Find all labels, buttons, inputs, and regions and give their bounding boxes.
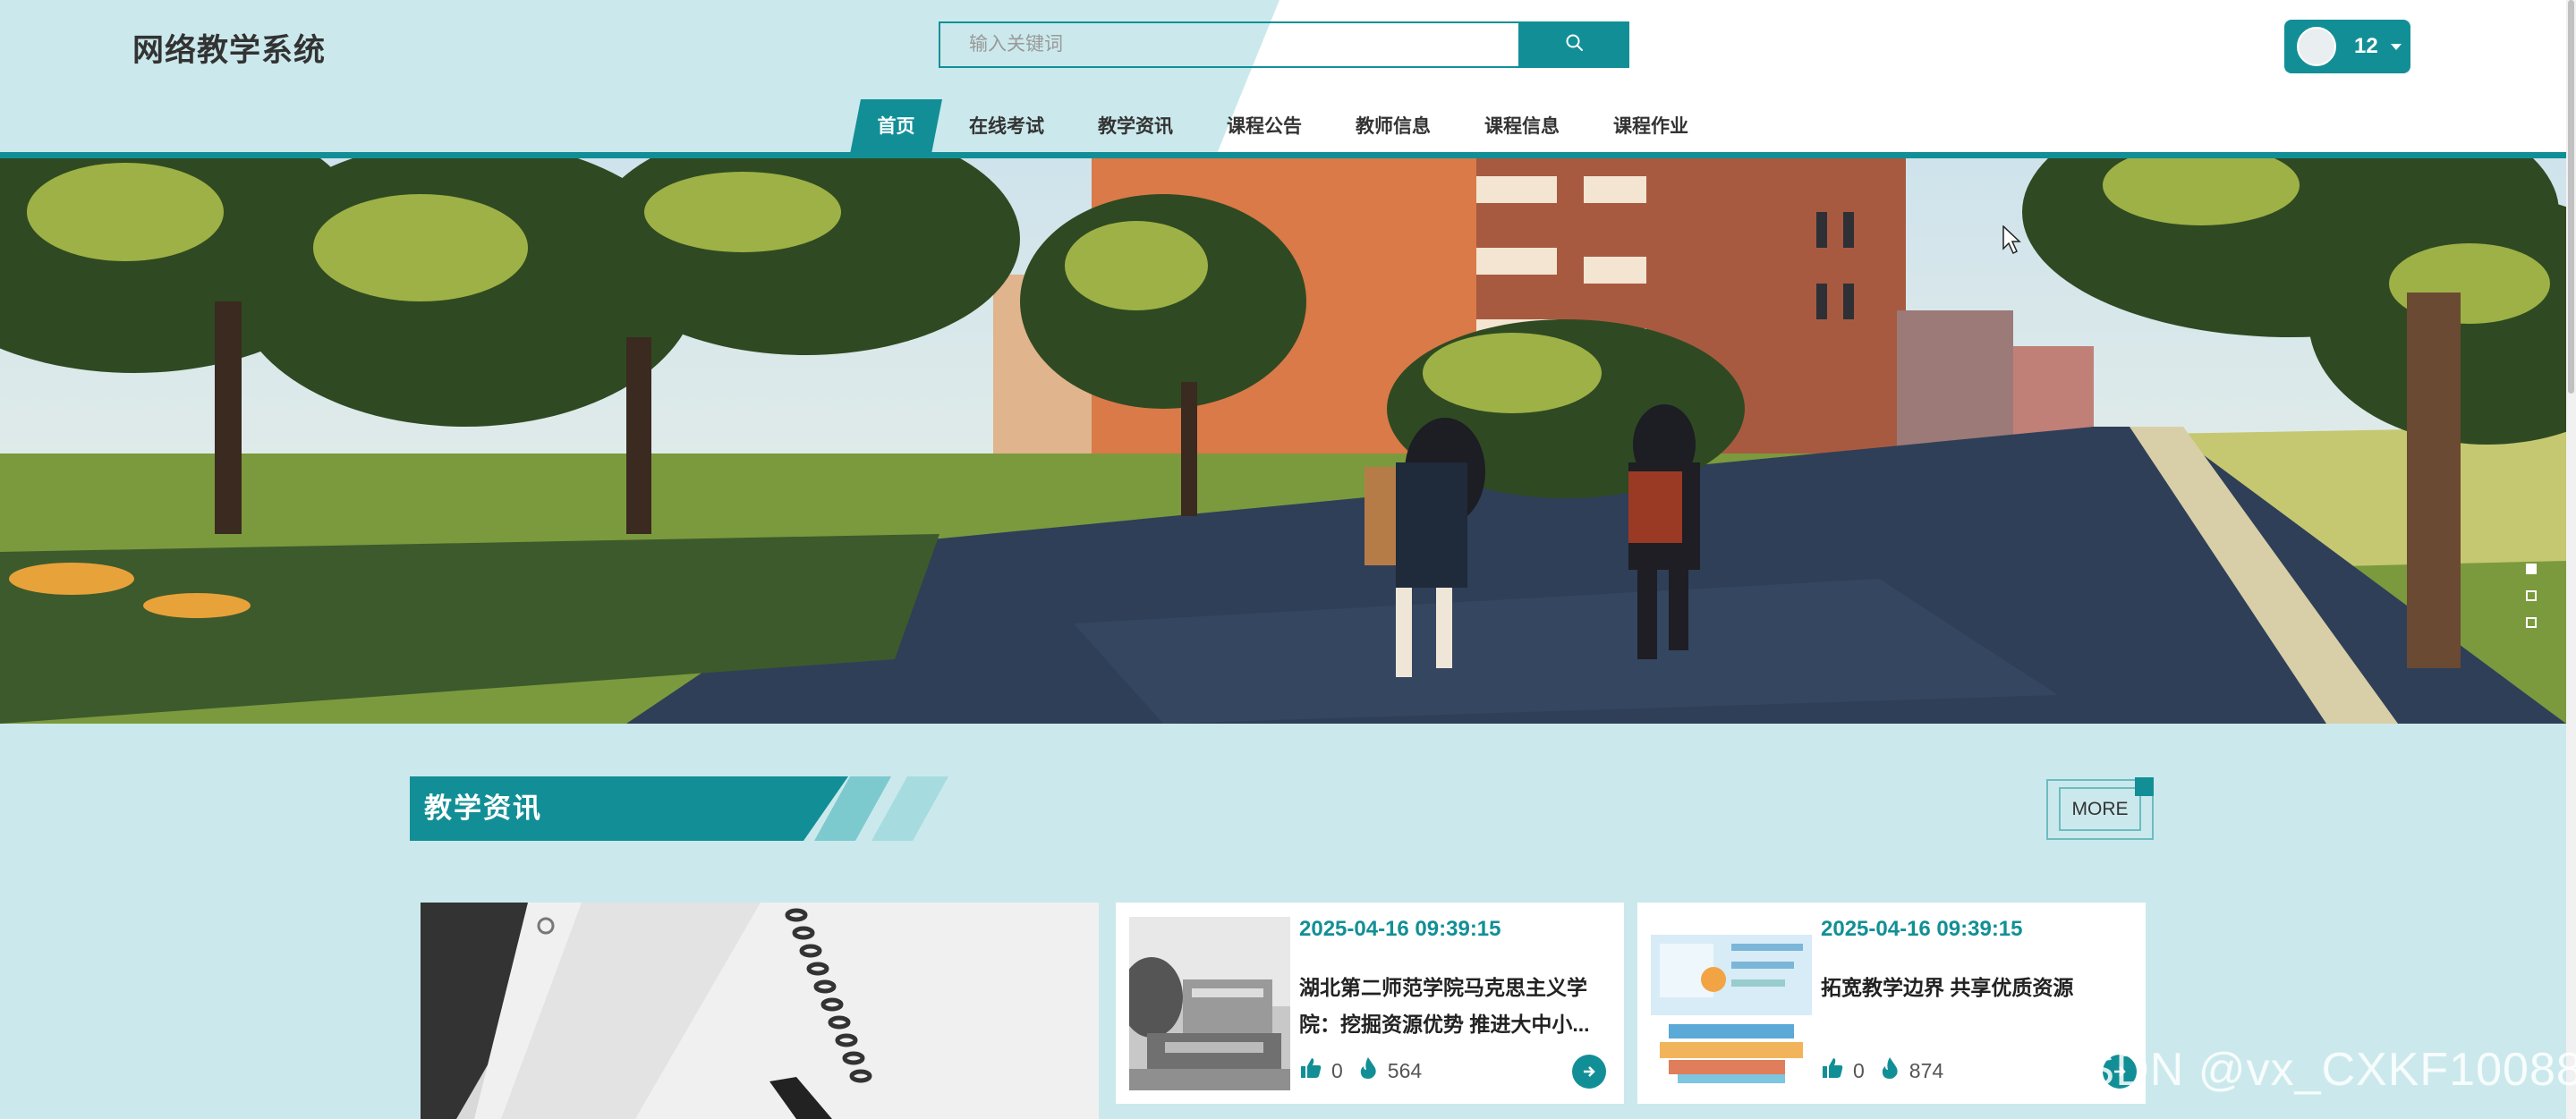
news-title[interactable]: 拓宽教学边界 共享优质资源 xyxy=(1821,970,2134,1006)
hero-banner[interactable] xyxy=(0,158,2566,724)
chevron-down-icon xyxy=(2390,43,2402,50)
nav-item-course-notice[interactable]: 课程公告 xyxy=(1211,99,1318,154)
nav-item-teacher-info[interactable]: 教师信息 xyxy=(1339,99,1447,154)
search-button[interactable] xyxy=(1520,21,1629,68)
banner-dot-3[interactable] xyxy=(2526,617,2537,628)
user-menu-button[interactable]: 12 xyxy=(2284,20,2410,73)
campus-illustration xyxy=(0,158,2566,724)
section-title: 教学资讯 xyxy=(424,793,542,824)
view-count: 564 xyxy=(1387,1058,1423,1082)
news-card[interactable]: 2025-04-16 09:39:15 湖北第二师范学院马克思主义学院：挖掘资源… xyxy=(1116,903,1624,1104)
featured-news-image[interactable] xyxy=(421,903,1099,1119)
like-count: 0 xyxy=(1853,1058,1865,1082)
news-thumbnail xyxy=(1651,917,1812,1090)
nav-item-teaching-news[interactable]: 教学资讯 xyxy=(1082,99,1189,154)
flame-icon xyxy=(1879,1056,1900,1085)
corner-decoration xyxy=(2135,777,2154,796)
flame-icon xyxy=(1357,1056,1379,1085)
like-count: 0 xyxy=(1331,1058,1343,1082)
nav-divider xyxy=(0,152,2566,158)
avatar-icon xyxy=(2297,27,2336,66)
news-stats: 0 874 xyxy=(1821,1056,1958,1085)
thumbs-up-icon[interactable] xyxy=(1299,1056,1322,1085)
news-date: 2025-04-16 09:39:15 xyxy=(1299,917,1501,941)
more-button[interactable]: MORE xyxy=(2059,787,2141,831)
scrollbar-thumb[interactable] xyxy=(2568,0,2574,394)
search-icon xyxy=(1565,33,1585,57)
nav-item-home[interactable]: 首页 xyxy=(850,99,942,154)
search-input[interactable] xyxy=(940,23,1518,66)
banner-dot-1[interactable] xyxy=(2526,564,2537,574)
banner-dot-2[interactable] xyxy=(2526,590,2537,601)
arrow-right-icon[interactable] xyxy=(1572,1055,1606,1089)
news-thumbnail xyxy=(1129,917,1290,1090)
thumbs-up-icon[interactable] xyxy=(1821,1056,1844,1085)
nav-item-course-info[interactable]: 课程信息 xyxy=(1468,99,1576,154)
header: 网络教学系统 12 首页 在线考试 教学资讯 课程公告 教师信息 课程信息 课程… xyxy=(0,0,2566,154)
watermark: CSDN @vx_CXKF10088 xyxy=(2049,1044,2576,1096)
site-logo[interactable]: 网络教学系统 xyxy=(132,25,326,71)
stripe-decoration xyxy=(871,776,948,841)
section-header: 教学资讯 xyxy=(410,776,965,841)
news-stats: 0 564 xyxy=(1299,1056,1436,1085)
banner-pagination xyxy=(2526,564,2540,644)
notebook-image xyxy=(421,903,1099,1119)
news-date: 2025-04-16 09:39:15 xyxy=(1821,917,2023,941)
mouse-cursor-icon xyxy=(2002,225,2022,260)
news-title[interactable]: 湖北第二师范学院马克思主义学院：挖掘资源优势 推进大中小... xyxy=(1299,970,1612,1043)
nav-item-course-homework[interactable]: 课程作业 xyxy=(1597,99,1705,154)
user-name: 12 xyxy=(2354,34,2378,58)
view-count: 874 xyxy=(1909,1058,1944,1082)
nav-item-online-exam[interactable]: 在线考试 xyxy=(953,99,1060,154)
search-box xyxy=(939,21,1520,68)
